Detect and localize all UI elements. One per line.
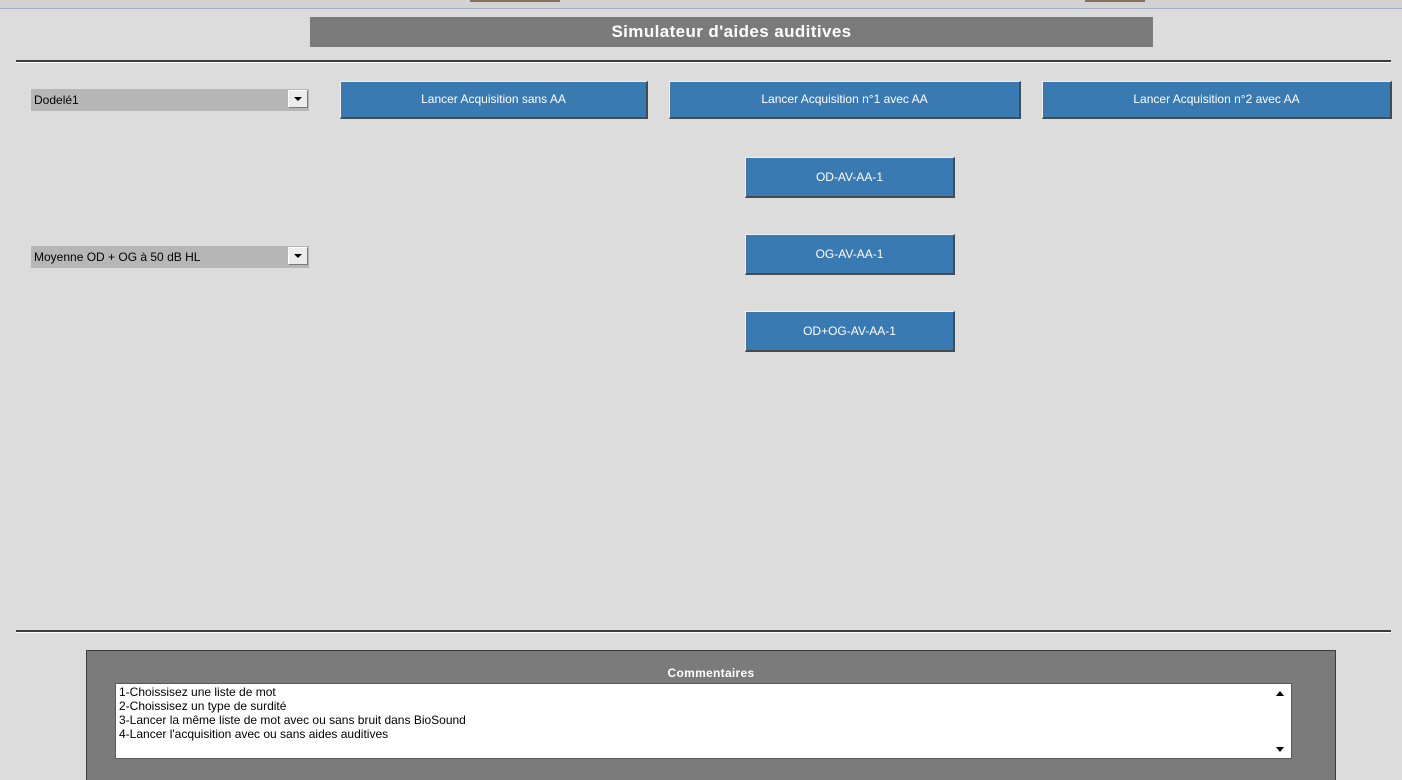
top-divider [16, 60, 1391, 63]
comments-lines: 1-Choissisez une liste de mot 2-Choissis… [119, 685, 466, 741]
comment-line: 2-Choissisez un type de surdité [119, 699, 287, 713]
od-og-av-aa-1-button[interactable]: OD+OG-AV-AA-1 [745, 311, 955, 352]
word-list-select-value: Dodelé1 [34, 93, 79, 107]
comment-line: 3-Lancer la même liste de mot avec ou sa… [119, 713, 466, 727]
scroll-up-icon[interactable] [1273, 686, 1287, 700]
launch-acquisition-without-aa-button[interactable]: Lancer Acquisition sans AA [340, 81, 648, 119]
launch-acquisition-2-with-aa-button[interactable]: Lancer Acquisition n°2 avec AA [1042, 81, 1392, 119]
comment-line: 4-Lancer l'acquisition avec ou sans aide… [119, 727, 389, 741]
app-title: Simulateur d'aides auditives [310, 17, 1153, 47]
hearing-loss-select-value: Moyenne OD + OG à 50 dB HL [34, 250, 201, 264]
word-list-select[interactable]: Dodelé1 [31, 89, 309, 111]
comment-line: 1-Choissisez une liste de mot [119, 685, 276, 699]
comments-panel: Commentaires 1-Choissisez une liste de m… [86, 650, 1336, 780]
og-av-aa-1-button[interactable]: OG-AV-AA-1 [745, 234, 955, 275]
scroll-down-icon[interactable] [1273, 742, 1287, 756]
bottom-divider [16, 630, 1391, 633]
top-decoration [1085, 0, 1145, 2]
launch-acquisition-1-with-aa-button[interactable]: Lancer Acquisition n°1 avec AA [669, 81, 1021, 119]
chevron-down-icon[interactable] [288, 247, 308, 265]
comments-textbox[interactable]: 1-Choissisez une liste de mot 2-Choissis… [115, 683, 1292, 759]
window-top-edge [0, 0, 1402, 9]
chevron-down-icon[interactable] [288, 90, 308, 108]
comments-title: Commentaires [667, 666, 755, 680]
od-av-aa-1-button[interactable]: OD-AV-AA-1 [745, 157, 955, 198]
top-decoration [470, 0, 560, 2]
hearing-loss-select[interactable]: Moyenne OD + OG à 50 dB HL [31, 246, 309, 268]
